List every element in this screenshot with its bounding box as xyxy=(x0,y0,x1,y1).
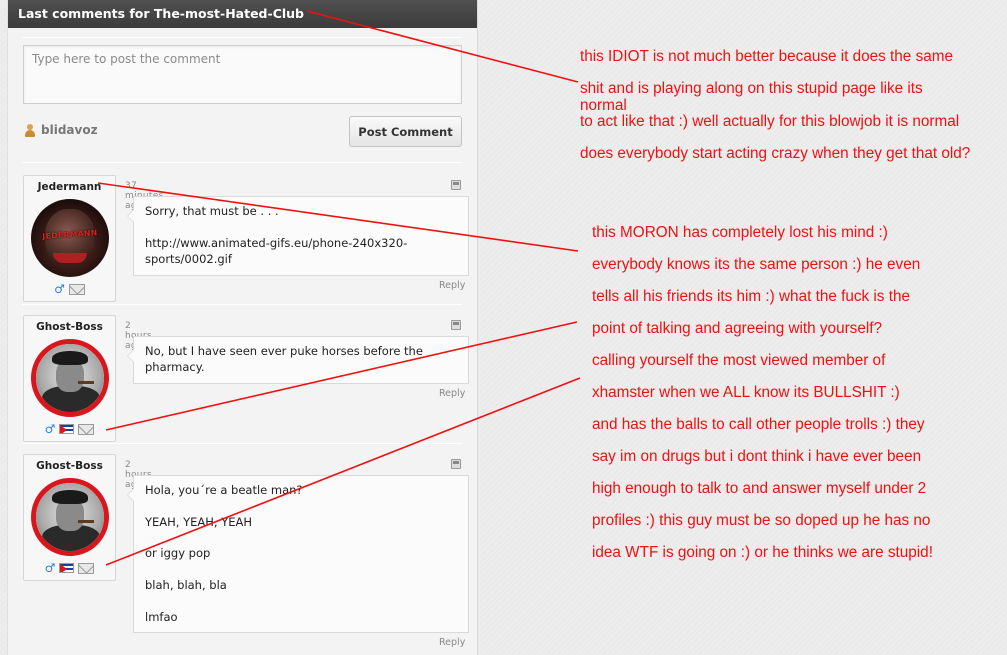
comment-bubble: Sorry, that must be . . . http://www.ani… xyxy=(127,196,469,276)
annotation-text: tells all his friends its him :) what th… xyxy=(592,288,910,305)
annotation-text: profiles :) this guy must be so doped up… xyxy=(592,512,931,529)
divider xyxy=(22,162,462,163)
annotation-text: xhamster when we ALL know its BULLSHIT :… xyxy=(592,384,900,401)
mail-icon[interactable] xyxy=(68,283,85,295)
annotation-text: high enough to talk to and answer myself… xyxy=(592,480,927,497)
author-name[interactable]: Ghost-Boss xyxy=(24,460,115,472)
annotation-text: say im on drugs but i dont think i have … xyxy=(592,448,922,465)
author-card: Jedermann JEDERMANN ♂ xyxy=(23,175,116,302)
username[interactable]: blidavoz xyxy=(41,123,98,137)
cuba-flag-icon xyxy=(59,563,75,573)
annotation-text: shit and is playing along on this stupid… xyxy=(580,80,923,97)
report-flag-icon[interactable] xyxy=(451,320,461,330)
report-flag-icon[interactable] xyxy=(451,180,461,190)
annotation-text: idea WTF is going on :) or he thinks we … xyxy=(592,544,933,561)
author-name[interactable]: Ghost-Boss xyxy=(24,321,115,333)
mail-icon[interactable] xyxy=(78,423,95,435)
comment-input[interactable] xyxy=(23,45,462,104)
mail-icon[interactable] xyxy=(78,562,95,574)
reply-link[interactable]: Reply xyxy=(439,388,465,399)
user-icon xyxy=(24,123,36,137)
male-gender-icon: ♂ xyxy=(54,282,65,296)
annotation-text: this MORON has completely lost his mind … xyxy=(592,224,888,241)
annotation-text: everybody knows its the same person :) h… xyxy=(592,256,921,273)
avatar[interactable] xyxy=(30,339,109,417)
annotation-text: point of talking and agreeing with yours… xyxy=(592,320,882,337)
annotation-text: calling yourself the most viewed member … xyxy=(592,352,886,369)
avatar[interactable]: JEDERMANN xyxy=(30,199,109,277)
comment-text: No, but I have seen ever puke horses bef… xyxy=(145,344,423,374)
current-user: blidavoz xyxy=(24,123,98,137)
panel-title: Last comments for The-most-Hated-Club xyxy=(8,0,477,28)
post-comment-button[interactable]: Post Comment xyxy=(349,116,462,147)
annotation-text: this IDIOT is not much better because it… xyxy=(580,48,953,65)
author-card: Ghost-Boss ♂ xyxy=(23,315,116,442)
comment-bubble: Hola, you´re a beatle man? YEAH, YEAH, Y… xyxy=(127,475,469,633)
author-name[interactable]: Jedermann xyxy=(24,181,115,193)
comment-bubble: No, but I have seen ever puke horses bef… xyxy=(127,336,469,384)
male-gender-icon: ♂ xyxy=(44,561,56,575)
divider xyxy=(22,304,462,305)
annotation-text: does everybody start acting crazy when t… xyxy=(580,145,971,162)
comments-panel: Last comments for The-most-Hated-Club bl… xyxy=(7,0,478,655)
divider xyxy=(22,37,462,38)
avatar[interactable] xyxy=(30,478,109,556)
report-flag-icon[interactable] xyxy=(451,459,461,469)
cuba-flag-icon xyxy=(59,424,75,434)
male-gender-icon: ♂ xyxy=(44,422,56,436)
comment-text: Hola, you´re a beatle man? YEAH, YEAH, Y… xyxy=(145,483,303,624)
reply-link[interactable]: Reply xyxy=(439,637,465,648)
annotation-text: to act like that :) well actually for th… xyxy=(580,113,960,130)
author-card: Ghost-Boss ♂ xyxy=(23,454,116,581)
reply-link[interactable]: Reply xyxy=(439,280,465,291)
comment-text: Sorry, that must be . . . http://www.ani… xyxy=(145,204,408,266)
divider xyxy=(22,443,462,444)
annotation-text: and has the balls to call other people t… xyxy=(592,416,925,433)
